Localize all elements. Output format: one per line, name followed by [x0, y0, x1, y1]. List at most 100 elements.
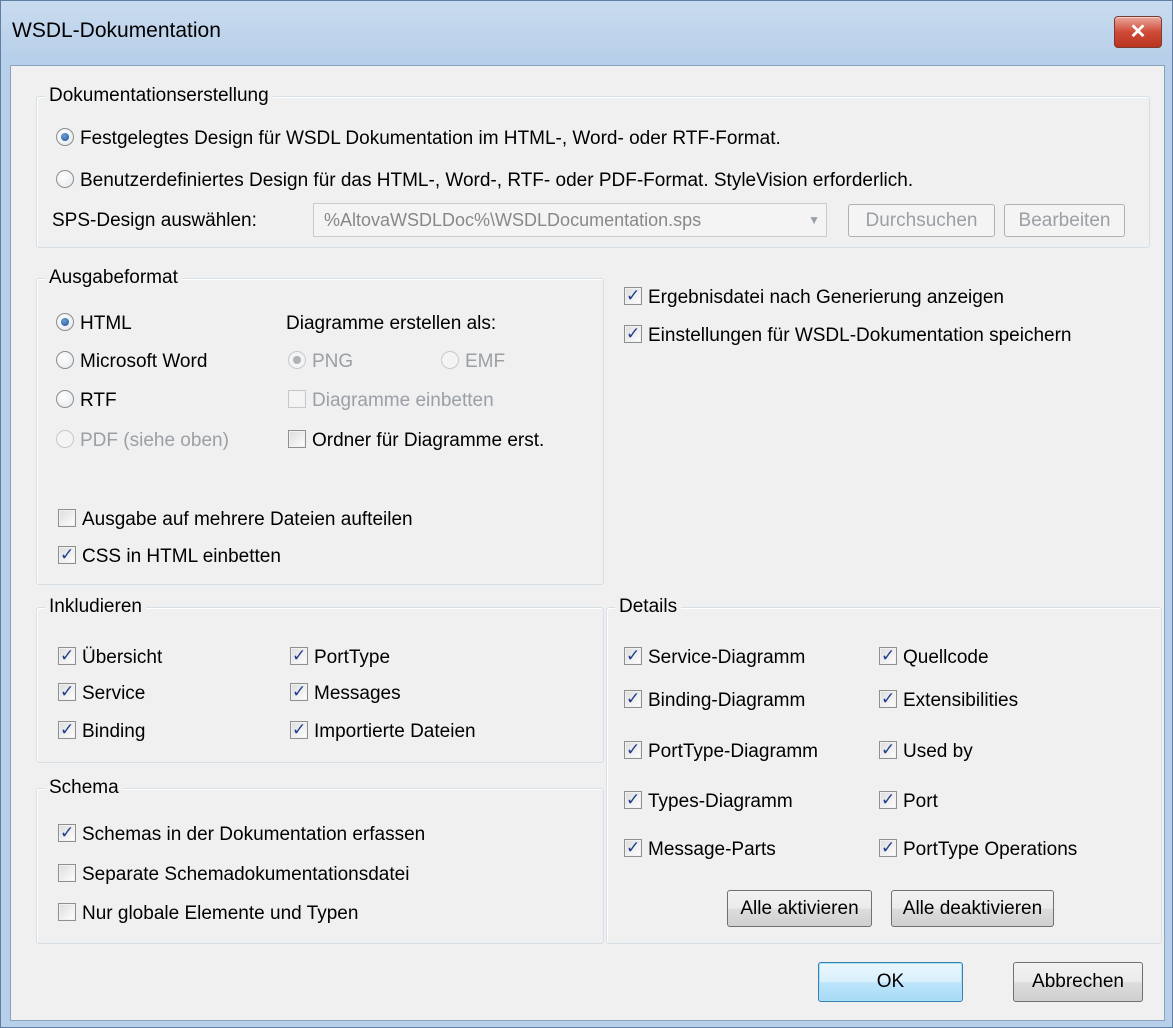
checkbox-checked-icon[interactable]	[58, 680, 76, 704]
checkbox-checked-icon[interactable]	[58, 821, 76, 845]
radio-disabled-selected-icon[interactable]	[288, 351, 306, 369]
checkbox-overview[interactable]: Übersicht	[58, 644, 163, 670]
checkbox-split-output[interactable]: Ausgabe auf mehrere Dateien aufteilen	[58, 508, 413, 532]
checkbox-extensibilities-label: Extensibilities	[903, 690, 1019, 711]
ok-button[interactable]: OK	[818, 962, 963, 1002]
checkbox-checked-icon[interactable]	[624, 738, 642, 762]
radio-custom-design[interactable]: Benutzerdefiniertes Design für das HTML-…	[56, 169, 913, 193]
checkbox-overview-label: Übersicht	[82, 647, 163, 668]
title-bar[interactable]: WSDL-Dokumentation ✕	[1, 1, 1172, 65]
checkbox-create-folder[interactable]: Ordner für Diagramme erst.	[288, 429, 544, 453]
checkbox-disabled-icon[interactable]	[288, 390, 306, 408]
disable-all-button[interactable]: Alle deaktivieren	[891, 890, 1054, 927]
radio-selected-icon[interactable]	[56, 313, 74, 331]
browse-button[interactable]: Durchsuchen	[848, 204, 995, 237]
checkbox-create-folder-label: Ordner für Diagramme erst.	[312, 430, 545, 451]
checkbox-binding-diagram[interactable]: Binding-Diagramm	[624, 687, 805, 713]
checkbox-checked-icon[interactable]	[290, 718, 308, 742]
sps-design-combo[interactable]: %AltovaWSDLDoc%\WSDLDocumentation.sps ▼	[313, 203, 827, 237]
radio-pdf[interactable]: PDF (siehe oben)	[56, 429, 229, 453]
checkbox-message-parts-label: Message-Parts	[648, 839, 776, 860]
radio-html-label: HTML	[80, 313, 132, 334]
checkbox-checked-icon[interactable]	[624, 687, 642, 711]
checkbox-checked-icon[interactable]	[624, 284, 642, 308]
radio-png[interactable]: PNG	[288, 350, 353, 374]
checkbox-types-diagram[interactable]: Types-Diagramm	[624, 788, 793, 814]
checkbox-imported-label: Importierte Dateien	[314, 721, 476, 742]
checkbox-porttype-diagram[interactable]: PortType-Diagramm	[624, 738, 818, 764]
checkbox-unchecked-icon[interactable]	[58, 509, 76, 527]
checkbox-checked-icon[interactable]	[879, 788, 897, 812]
radio-word[interactable]: Microsoft Word	[56, 350, 207, 374]
checkbox-service-label: Service	[82, 683, 146, 704]
checkbox-message-parts[interactable]: Message-Parts	[624, 836, 776, 862]
checkbox-port[interactable]: Port	[879, 788, 938, 814]
checkbox-checked-icon[interactable]	[624, 322, 642, 346]
checkbox-checked-icon[interactable]	[58, 718, 76, 742]
radio-disabled-icon[interactable]	[441, 351, 459, 369]
checkbox-show-result[interactable]: Ergebnisdatei nach Generierung anzeigen	[624, 284, 1004, 310]
checkbox-embed-diagrams[interactable]: Diagramme einbetten	[288, 389, 494, 413]
checkbox-global-only[interactable]: Nur globale Elemente und Typen	[58, 902, 358, 926]
close-button[interactable]: ✕	[1114, 16, 1162, 48]
checkbox-porttype[interactable]: PortType	[290, 644, 391, 670]
checkbox-checked-icon[interactable]	[58, 644, 76, 668]
checkbox-embed-css-label: CSS in HTML einbetten	[82, 546, 281, 567]
checkbox-unchecked-icon[interactable]	[288, 430, 306, 448]
checkbox-unchecked-icon[interactable]	[58, 903, 76, 921]
checkbox-save-settings[interactable]: Einstellungen für WSDL-Dokumentation spe…	[624, 322, 1072, 348]
checkbox-separate-file[interactable]: Separate Schemadokumentationsdatei	[58, 863, 409, 887]
checkbox-checked-icon[interactable]	[290, 644, 308, 668]
radio-disabled-icon[interactable]	[56, 430, 74, 448]
checkbox-messages[interactable]: Messages	[290, 680, 401, 706]
checkbox-porttype-operations[interactable]: PortType Operations	[879, 836, 1078, 862]
checkbox-checked-icon[interactable]	[58, 543, 76, 567]
checkbox-checked-icon[interactable]	[624, 836, 642, 860]
radio-unselected-icon[interactable]	[56, 390, 74, 408]
checkbox-porttype-operations-label: PortType Operations	[903, 839, 1078, 860]
checkbox-include-schemas[interactable]: Schemas in der Dokumentation erfassen	[58, 821, 425, 847]
edit-button[interactable]: Bearbeiten	[1004, 204, 1125, 237]
checkbox-port-label: Port	[903, 791, 938, 812]
checkbox-used-by[interactable]: Used by	[879, 738, 973, 764]
cancel-button[interactable]: Abbrechen	[1013, 962, 1143, 1002]
checkbox-source[interactable]: Quellcode	[879, 644, 989, 670]
radio-unselected-icon[interactable]	[56, 351, 74, 369]
checkbox-binding[interactable]: Binding	[58, 718, 146, 744]
checkbox-porttype-label: PortType	[314, 647, 391, 668]
radio-rtf-label: RTF	[80, 390, 117, 411]
radio-emf[interactable]: EMF	[441, 350, 505, 374]
checkbox-embed-css[interactable]: CSS in HTML einbetten	[58, 543, 281, 569]
checkbox-checked-icon[interactable]	[879, 738, 897, 762]
checkbox-extensibilities[interactable]: Extensibilities	[879, 687, 1019, 713]
diagrams-heading: Diagramme erstellen als:	[286, 313, 497, 334]
radio-fixed-design[interactable]: Festgelegtes Design für WSDL Dokumentati…	[56, 127, 781, 151]
checkbox-binding-label: Binding	[82, 721, 146, 742]
checkbox-checked-icon[interactable]	[879, 687, 897, 711]
checkbox-global-only-label: Nur globale Elemente und Typen	[82, 903, 359, 924]
radio-unselected-icon[interactable]	[56, 170, 74, 188]
radio-selected-icon[interactable]	[56, 128, 74, 146]
radio-emf-label: EMF	[465, 351, 506, 372]
radio-rtf[interactable]: RTF	[56, 389, 117, 413]
checkbox-imported[interactable]: Importierte Dateien	[290, 718, 476, 744]
checkbox-checked-icon[interactable]	[879, 644, 897, 668]
details-legend: Details	[615, 595, 682, 619]
checkbox-service[interactable]: Service	[58, 680, 146, 706]
dialog-title: WSDL-Dokumentation	[12, 19, 221, 42]
checkbox-checked-icon[interactable]	[879, 836, 897, 860]
checkbox-types-diagram-label: Types-Diagramm	[648, 791, 793, 812]
checkbox-messages-label: Messages	[314, 683, 401, 704]
checkbox-checked-icon[interactable]	[624, 788, 642, 812]
enable-all-button[interactable]: Alle aktivieren	[727, 890, 872, 927]
checkbox-used-by-label: Used by	[903, 741, 973, 762]
checkbox-save-settings-label: Einstellungen für WSDL-Dokumentation spe…	[648, 325, 1072, 346]
radio-fixed-design-label: Festgelegtes Design für WSDL Dokumentati…	[80, 128, 781, 149]
checkbox-checked-icon[interactable]	[290, 680, 308, 704]
radio-html[interactable]: HTML	[56, 312, 132, 336]
dialog-window: WSDL-Dokumentation ✕ Dokumentationserste…	[0, 0, 1173, 1028]
checkbox-checked-icon[interactable]	[624, 644, 642, 668]
checkbox-unchecked-icon[interactable]	[58, 864, 76, 882]
checkbox-service-diagram[interactable]: Service-Diagramm	[624, 644, 805, 670]
checkbox-show-result-label: Ergebnisdatei nach Generierung anzeigen	[648, 287, 1004, 308]
